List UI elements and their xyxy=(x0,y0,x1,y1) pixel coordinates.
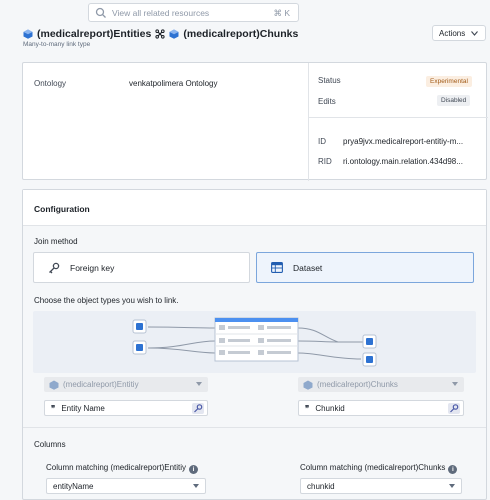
join-option-label: Foreign key xyxy=(70,262,115,273)
right-property-value: Chunkid xyxy=(315,403,345,413)
quote-icon: ❞ xyxy=(305,403,310,413)
columns-label: Columns xyxy=(34,440,66,449)
left-property-value: Entity Name xyxy=(61,403,105,413)
left-object-type-select[interactable]: (medicalreport)Entitiy xyxy=(44,377,208,392)
divider xyxy=(308,63,309,181)
table-icon xyxy=(271,262,283,273)
left-property-field[interactable]: ❞ Entity Name xyxy=(44,400,208,416)
search-icon xyxy=(95,7,106,18)
key-icon xyxy=(49,262,60,273)
info-icon[interactable]: i xyxy=(448,465,458,474)
object-type-icon xyxy=(169,29,179,39)
join-diagram xyxy=(33,311,476,373)
link-type-info-card: Ontology venkatpolimera Ontology Status … xyxy=(22,62,488,181)
caret-down-icon xyxy=(452,382,458,386)
id-value[interactable]: prya9jvx.medicalreport-entitiy-m... xyxy=(343,137,463,146)
caret-down-icon xyxy=(196,382,202,386)
page-title: (medicalreport)Entities (medicalreport)C… xyxy=(23,27,298,41)
left-object-type-value: (medicalreport)Entitiy xyxy=(63,380,139,389)
join-method-label: Join method xyxy=(34,237,78,246)
join-option-dataset[interactable]: Dataset xyxy=(256,252,474,283)
object-type-icon xyxy=(23,29,33,39)
right-column-label: Column matching (medicalreport)Chunks i xyxy=(300,463,458,474)
quote-icon: ❞ xyxy=(51,403,56,413)
actions-button[interactable]: Actions xyxy=(432,25,486,41)
ontology-value[interactable]: venkatpolimera Ontology xyxy=(129,79,218,88)
edits-label: Edits xyxy=(318,97,336,106)
left-object-type-link[interactable]: (medicalreport)Entities xyxy=(37,28,151,40)
rid-value[interactable]: ri.ontology.main.relation.434d98... xyxy=(343,157,463,166)
link-type-subtitle: Many-to-many link type xyxy=(23,41,91,48)
ontology-label: Ontology xyxy=(34,79,67,88)
join-option-label: Dataset xyxy=(293,262,323,273)
object-type-icon xyxy=(49,380,59,390)
join-diagram-illustration xyxy=(132,317,377,367)
right-object-type-value: (medicalreport)Chunks xyxy=(317,380,398,389)
configuration-header: Configuration xyxy=(23,190,486,226)
left-column-label-text: Column matching (medicalreport)Entitiy xyxy=(46,463,187,472)
caret-down-icon xyxy=(449,484,455,488)
search-shortcut: ⌘ K xyxy=(273,8,290,18)
join-option-foreign-key[interactable]: Foreign key xyxy=(33,252,250,283)
right-column-select[interactable]: chunkid xyxy=(300,478,462,494)
edits-badge: Disabled xyxy=(437,95,471,106)
search-bar[interactable]: View all related resources ⌘ K xyxy=(88,3,299,22)
right-column-value: chunkid xyxy=(307,481,335,491)
search-placeholder: View all related resources xyxy=(112,8,210,18)
right-column-label-text: Column matching (medicalreport)Chunks xyxy=(300,463,446,472)
status-badge: Experimental xyxy=(426,76,472,87)
object-type-icon xyxy=(303,380,313,390)
configuration-title: Configuration xyxy=(34,204,90,214)
right-object-type-link[interactable]: (medicalreport)Chunks xyxy=(183,28,298,40)
choose-object-types-label: Choose the object types you wish to link… xyxy=(34,296,179,305)
left-column-select[interactable]: entityName xyxy=(46,478,206,494)
link-icon xyxy=(155,29,165,39)
left-column-label: Column matching (medicalreport)Entitiy i xyxy=(46,463,199,474)
key-property-icon[interactable] xyxy=(192,403,204,414)
chevron-down-icon xyxy=(471,30,479,36)
right-object-type-select[interactable]: (medicalreport)Chunks xyxy=(298,377,464,392)
caret-down-icon xyxy=(193,484,199,488)
left-column-value: entityName xyxy=(53,481,94,491)
divider xyxy=(23,427,486,428)
configuration-panel: Configuration Join method Foreign key Da… xyxy=(22,189,487,500)
right-property-field[interactable]: ❞ Chunkid xyxy=(298,400,464,416)
divider xyxy=(308,117,488,118)
key-property-icon[interactable] xyxy=(448,403,460,414)
actions-label: Actions xyxy=(439,28,466,38)
rid-label: RID xyxy=(318,157,332,166)
status-label: Status xyxy=(318,76,341,85)
info-icon[interactable]: i xyxy=(189,465,199,474)
id-label: ID xyxy=(318,137,326,146)
